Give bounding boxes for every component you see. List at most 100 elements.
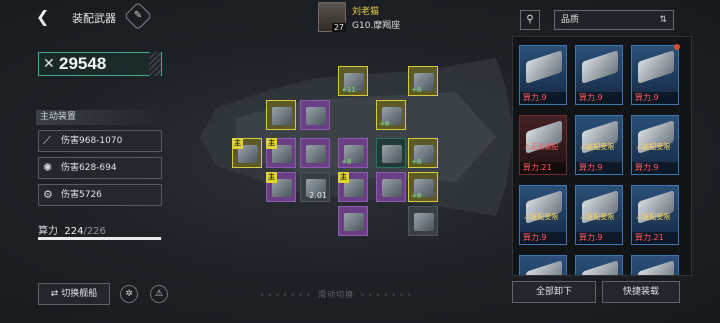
- quick-equip-button[interactable]: 快捷装载: [602, 281, 680, 303]
- equip-warning: ⚠装配受限: [636, 143, 671, 151]
- stat-text: 伤害5726: [61, 190, 102, 200]
- inventory-item[interactable]: [631, 255, 679, 275]
- main-tag: 主: [266, 172, 277, 183]
- calc-label: 算力: [38, 226, 58, 237]
- inventory-item[interactable]: ⚠装配受限算力.9: [575, 185, 623, 245]
- power-stripe: [149, 52, 161, 76]
- item-power: 算力.21: [520, 162, 566, 174]
- inventory-item[interactable]: ⚠无法装配算力.21: [519, 115, 567, 175]
- claw-icon: ⟋: [43, 134, 51, 147]
- sort-order-icon: ⇅: [659, 15, 667, 25]
- calc-bar-fill: [38, 237, 161, 240]
- equip-slot[interactable]: [408, 206, 438, 236]
- avatar[interactable]: 27: [318, 2, 346, 32]
- equip-slot[interactable]: [338, 206, 368, 236]
- equip-slot[interactable]: 主: [266, 172, 296, 202]
- weapon-icon: [582, 260, 618, 275]
- equip-slot[interactable]: +11: [338, 66, 368, 96]
- equip-slot[interactable]: [376, 138, 406, 168]
- page-title: 装配武器: [72, 12, 116, 25]
- switch-ship-button[interactable]: ⇄ 切换舰船: [38, 283, 110, 305]
- stat-row[interactable]: ✺ 伤害628-694: [38, 157, 162, 179]
- weapon-icon: [382, 179, 402, 197]
- inventory-item[interactable]: ⚠装配受限算力.21: [631, 185, 679, 245]
- equip-warning: ⚠无法装配: [524, 143, 559, 151]
- inventory-item[interactable]: 算力.9: [631, 44, 680, 105]
- weapon-icon: [582, 50, 618, 84]
- equip-slot[interactable]: [376, 172, 406, 202]
- equip-slot[interactable]: 主: [266, 138, 296, 168]
- player-name: 刘老猫: [352, 7, 380, 17]
- item-power: 算力.9: [520, 232, 566, 244]
- slot-value: 2.01: [309, 191, 327, 200]
- gear-icon: ⚙: [43, 188, 53, 201]
- equip-slot[interactable]: +8: [408, 66, 438, 96]
- swipe-hint: ‹ ‹ ‹ ‹ ‹ ‹ ‹ 滑动切换 › › › › › › ›: [260, 290, 412, 299]
- weapon-icon: [306, 107, 326, 125]
- sort-select[interactable]: 品质 ⇅: [554, 10, 674, 30]
- ship-type-icon[interactable]: ⚠: [150, 285, 168, 303]
- weapon-icon: [306, 145, 326, 163]
- calc-bar: [38, 237, 162, 240]
- equip-slot[interactable]: +8: [408, 172, 438, 202]
- item-power: 算力.9: [576, 162, 622, 174]
- item-power: 算力.9: [520, 92, 566, 104]
- weapon-icon: [382, 145, 402, 163]
- inventory-item[interactable]: ⚠装配受限算力.9: [631, 115, 679, 175]
- inventory-item[interactable]: ⚠装配受限算力.9: [575, 115, 623, 175]
- equip-slot[interactable]: 主: [232, 138, 262, 168]
- inventory-list[interactable]: 算力.9 算力.9 算力.9 ⚠无法装配 算力.21 ⚠装配受限 算力.9 ⚠装配受限 算力.9…: [513, 37, 691, 275]
- inventory-item[interactable]: 算力.9: [519, 45, 567, 105]
- level-plus: +11: [341, 86, 356, 94]
- stat-row[interactable]: ⚙ 伤害5726: [38, 184, 162, 206]
- equip-slot[interactable]: [266, 100, 296, 130]
- inventory-item[interactable]: [519, 255, 567, 275]
- level-plus: +8: [411, 192, 422, 200]
- crossed-swords-icon: ✕: [43, 56, 55, 72]
- inventory-panel: 算力.9 算力.9 算力.9 ⚠无法装配 算力.21 ⚠装配受限 算力.9 ⚠装配受限 算力.9…: [512, 36, 692, 276]
- equip-slot[interactable]: +8: [338, 138, 368, 168]
- equip-warning: ⚠装配受限: [580, 143, 615, 151]
- main-tag: 主: [266, 138, 277, 149]
- player-level: 27: [331, 23, 346, 32]
- level-plus: +8: [411, 86, 422, 94]
- main-tag: 主: [232, 138, 243, 149]
- equip-warning: ⚠装配受限: [580, 213, 615, 221]
- stat-text: 伤害628-694: [61, 163, 117, 173]
- weapon-icon: [526, 50, 562, 84]
- item-power: 算力.21: [632, 232, 678, 244]
- equip-warning: ⚠装配受限: [636, 213, 671, 221]
- main-tag: 主: [338, 172, 349, 183]
- unequip-all-button[interactable]: 全部卸下: [512, 281, 596, 303]
- level-plus: +8: [379, 120, 390, 128]
- weapon-icon: [344, 213, 364, 231]
- stat-row[interactable]: ⟋ 伤害968-1070: [38, 130, 162, 152]
- calc-power: 算力 224/226: [38, 222, 106, 237]
- equip-slot[interactable]: 主: [338, 172, 368, 202]
- inventory-item[interactable]: ⚠装配受限算力.9: [519, 185, 567, 245]
- power-value: 29548: [59, 54, 107, 73]
- ship-name: G10.摩羯座: [352, 21, 401, 31]
- equip-slot[interactable]: [300, 100, 330, 130]
- new-dot: [674, 44, 680, 50]
- sort-label: 品质: [561, 15, 580, 25]
- equip-slot[interactable]: 2.01: [300, 172, 330, 202]
- item-power: 算力.9: [576, 232, 622, 244]
- equip-warning: ⚠装配受限: [524, 213, 559, 221]
- level-plus: +8: [341, 158, 352, 166]
- equip-slot[interactable]: [300, 138, 330, 168]
- weapon-icon: [638, 260, 674, 275]
- back-arrow-icon[interactable]: ❮: [36, 8, 54, 26]
- calc-used: 224: [64, 226, 84, 237]
- level-plus: +8: [411, 158, 422, 166]
- ship-mode-icon[interactable]: ✲: [120, 285, 138, 303]
- inventory-item[interactable]: 算力.9: [575, 45, 623, 105]
- inventory-item[interactable]: [575, 255, 623, 275]
- calc-total: /226: [83, 226, 106, 237]
- filter-icon[interactable]: ⚲: [520, 10, 540, 30]
- weapon-icon: [414, 213, 434, 231]
- equip-slot[interactable]: +8: [408, 138, 438, 168]
- equip-slot[interactable]: +8: [376, 100, 406, 130]
- item-power: 算力.9: [632, 162, 678, 174]
- item-power: 算力.9: [576, 92, 622, 104]
